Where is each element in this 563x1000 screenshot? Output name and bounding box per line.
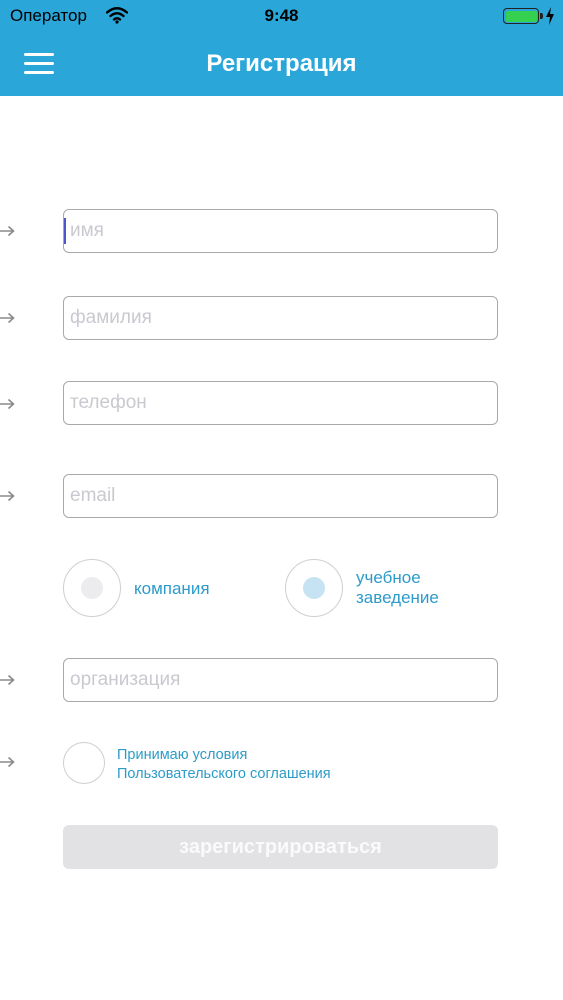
first-name-input[interactable] [63, 209, 498, 253]
arrow-right-icon [0, 674, 15, 686]
text-cursor [64, 218, 66, 244]
radio-educational-institution[interactable] [285, 559, 343, 617]
radio-educational-label[interactable]: учебное заведение [356, 568, 439, 608]
register-button[interactable]: зарегистрироваться [63, 825, 498, 869]
last-name-input[interactable] [63, 296, 498, 340]
radio-company-label[interactable]: компания [134, 579, 210, 599]
terms-label[interactable]: Принимаю условия Пользовательского согла… [117, 746, 331, 784]
arrow-right-icon [0, 312, 15, 324]
radio-dot-selected [303, 577, 325, 599]
battery-tip [540, 13, 543, 19]
arrow-right-icon [0, 225, 15, 237]
email-input[interactable] [63, 474, 498, 518]
arrow-right-icon [0, 756, 15, 768]
status-time: 9:48 [264, 6, 299, 25]
radio-company[interactable] [63, 559, 121, 617]
page-title: Регистрация [206, 50, 357, 77]
radio-dot [81, 577, 103, 599]
organization-input[interactable] [63, 658, 498, 702]
navigation-bar: Оператор 9:48 Регистрация [0, 0, 563, 96]
terms-checkbox[interactable] [63, 742, 105, 784]
arrow-right-icon [0, 398, 15, 410]
arrow-right-icon [0, 490, 15, 502]
phone-input[interactable] [63, 381, 498, 425]
charging-bolt-icon [546, 7, 554, 25]
status-bar: Оператор 9:48 [0, 0, 563, 32]
battery-icon [503, 8, 539, 24]
